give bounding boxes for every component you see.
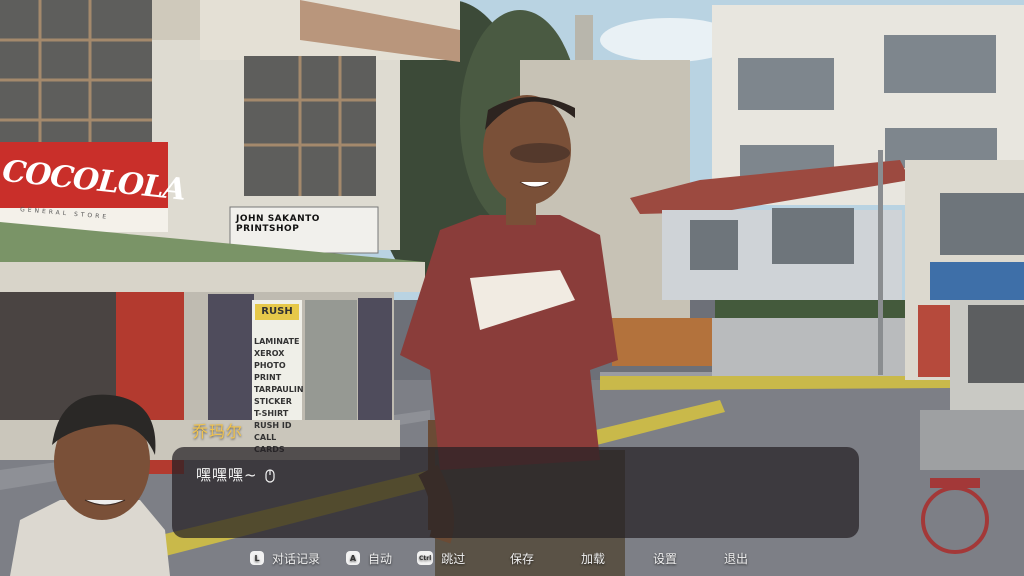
mouse-click-icon [265,469,275,487]
dialogue-text: 嘿嘿嘿~ [196,464,275,487]
key-a-icon: A [346,551,360,565]
load-button[interactable]: 加载 [581,548,605,568]
log-label: 对话记录 [272,551,321,566]
key-l-icon: L [250,551,264,565]
dialogue-line: 嘿嘿嘿~ [196,466,258,484]
exit-button[interactable]: 退出 [724,548,748,568]
skip-button[interactable]: Ctrl 跳过 [417,548,465,568]
game-screen: COCOLOLA GENERAL STORE JOHN SAKANTO PRIN… [0,0,1024,576]
settings-button[interactable]: 设置 [653,548,677,568]
auto-button[interactable]: A 自动 [346,548,392,568]
quick-menu: L 对话记录 A 自动 Ctrl 跳过 保存 加载 设置 退出 [0,548,1024,570]
shop-rush-sign: RUSH [255,304,299,320]
auto-label: 自动 [368,551,393,566]
key-ctrl-icon: Ctrl [417,551,434,565]
save-button[interactable]: 保存 [510,548,534,568]
shop-services-list: LAMINATE XEROX PHOTO PRINT TARPAULIN STI… [254,337,304,454]
log-button[interactable]: L 对话记录 [250,548,320,568]
speaker-name: 乔玛尔 [192,422,244,441]
sign-printshop: JOHN SAKANTO PRINTSHOP [236,214,320,234]
dialogue-box[interactable]: 嘿嘿嘿~ [172,447,859,538]
skip-label: 跳过 [441,551,466,566]
